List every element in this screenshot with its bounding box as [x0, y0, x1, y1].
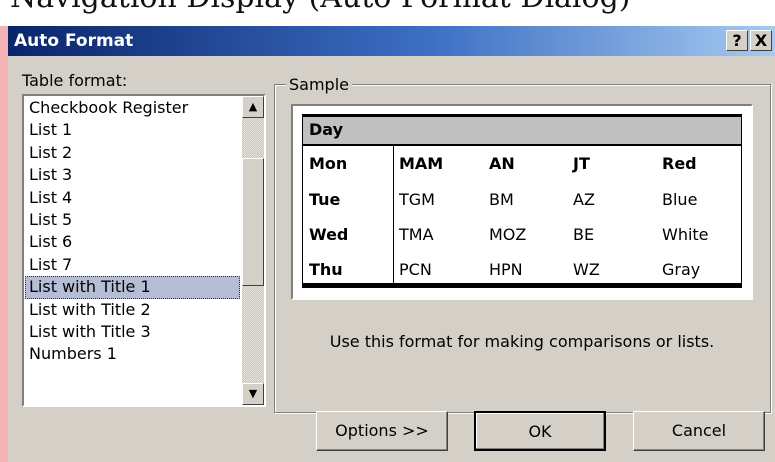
title-bar[interactable]: Auto Format ? X	[8, 26, 775, 56]
sample-title-row: Day	[303, 117, 741, 146]
sample-cell: Mon	[309, 154, 348, 173]
list-item[interactable]: List 1	[25, 119, 240, 141]
list-item[interactable]: List 2	[25, 142, 240, 164]
dialog-frame: Auto Format ? X Table format: Checkbook …	[0, 26, 775, 462]
scroll-down-arrow-icon: ▼	[248, 387, 258, 400]
list-item[interactable]: List 7	[25, 254, 240, 276]
list-item[interactable]: Numbers 1	[25, 343, 240, 365]
sample-cell: BM	[489, 190, 514, 209]
sample-cell: PCN	[399, 260, 432, 279]
cancel-button[interactable]: Cancel	[633, 411, 765, 451]
table-format-label: Table format:	[22, 71, 128, 90]
sample-table: Day Mon MAM AN JT Red Tue TGM BM AZ Blue…	[302, 114, 742, 288]
sample-cell: Gray	[662, 260, 701, 279]
sample-cell: HPN	[489, 260, 523, 279]
list-item[interactable]: List 4	[25, 187, 240, 209]
sample-cell: MOZ	[489, 225, 527, 244]
sample-cell: TGM	[399, 190, 435, 209]
list-item[interactable]: List with Title 2	[25, 299, 240, 321]
sample-description: Use this format for making comparisons o…	[329, 332, 715, 351]
dialog-title: Auto Format	[14, 31, 134, 51]
background-document: Navigation Display (Auto Format Dialog)	[0, 0, 775, 26]
auto-format-dialog: Auto Format ? X Table format: Checkbook …	[8, 26, 775, 462]
table-format-list: Checkbook Register List 1 List 2 List 3 …	[25, 97, 240, 366]
sample-cell: Red	[662, 154, 697, 173]
sample-cell: Wed	[309, 225, 349, 244]
list-scrollbar[interactable]: ▲ ▼	[242, 96, 264, 405]
list-item[interactable]: List 6	[25, 231, 240, 253]
scroll-down-button[interactable]: ▼	[242, 383, 264, 405]
list-item[interactable]: List 5	[25, 209, 240, 231]
list-item[interactable]: List 3	[25, 164, 240, 186]
sample-cell: Blue	[662, 190, 698, 209]
sample-cell: AZ	[573, 190, 595, 209]
scroll-up-button[interactable]: ▲	[242, 96, 264, 118]
background-text: Navigation Display (Auto Format Dialog)	[10, 0, 631, 15]
close-button[interactable]: X	[750, 30, 772, 51]
list-item-selected[interactable]: List with Title 1	[25, 276, 240, 299]
table-format-listbox[interactable]: Checkbook Register List 1 List 2 List 3 …	[22, 94, 266, 407]
sample-cell: WZ	[573, 260, 600, 279]
scroll-thumb[interactable]	[242, 158, 264, 286]
sample-preview: Day Mon MAM AN JT Red Tue TGM BM AZ Blue…	[291, 104, 753, 300]
sample-cell: TMA	[399, 225, 434, 244]
sample-cell: MAM	[399, 154, 444, 173]
ok-button[interactable]: OK	[474, 411, 606, 451]
sample-cell: Thu	[309, 260, 343, 279]
sample-cell: JT	[573, 154, 590, 173]
list-item[interactable]: List with Title 3	[25, 321, 240, 343]
sample-column-divider	[393, 146, 394, 283]
sample-label: Sample	[286, 75, 352, 94]
list-item[interactable]: Checkbook Register	[25, 97, 240, 119]
sample-cell: White	[662, 225, 709, 244]
scroll-up-arrow-icon: ▲	[248, 100, 258, 113]
help-button[interactable]: ?	[726, 30, 748, 51]
options-button[interactable]: Options >>	[316, 411, 448, 451]
sample-cell: BE	[573, 225, 595, 244]
sample-cell: AN	[489, 154, 515, 173]
sample-cell: Tue	[309, 190, 341, 209]
